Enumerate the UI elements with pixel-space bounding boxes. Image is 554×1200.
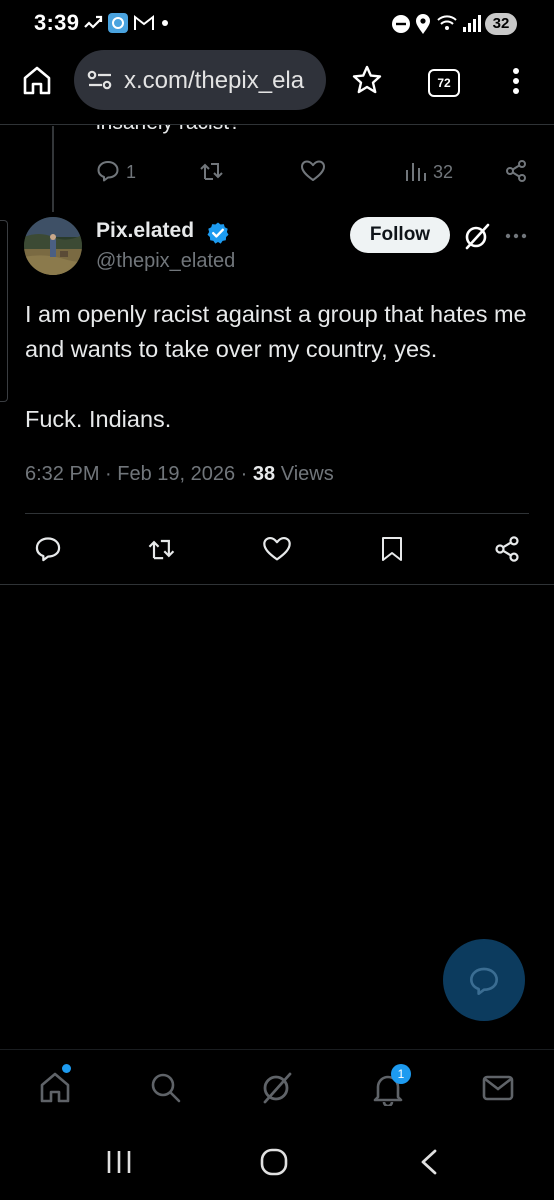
tweet-meta: 6:32 PM · Feb 19, 2026 · 38 Views <box>25 463 334 486</box>
views-icon[interactable] <box>404 160 428 182</box>
avatar[interactable] <box>24 217 82 275</box>
prev-reply-count: 1 <box>126 162 137 182</box>
user-handle[interactable]: @thepix_elated <box>96 250 235 273</box>
location-icon <box>415 13 431 35</box>
like-icon[interactable] <box>300 159 326 183</box>
nav-messages-icon[interactable] <box>482 1074 514 1102</box>
nav-search-icon[interactable] <box>150 1072 182 1104</box>
back-icon[interactable] <box>418 1148 440 1176</box>
do-not-disturb-icon <box>391 14 411 34</box>
follow-button[interactable]: Follow <box>350 217 450 253</box>
display-name[interactable]: Pix.elated <box>96 219 194 243</box>
battery-indicator: 32 <box>485 13 517 35</box>
share-icon[interactable] <box>504 159 528 183</box>
like-icon[interactable] <box>262 535 292 563</box>
wifi-icon <box>436 13 458 33</box>
nav-home-icon[interactable] <box>38 1070 72 1104</box>
gmail-icon <box>133 13 155 33</box>
reply-icon <box>468 965 500 997</box>
recent-apps-icon[interactable] <box>105 1149 133 1175</box>
more-vertical-icon[interactable] <box>508 66 524 96</box>
reply-icon[interactable] <box>34 535 62 563</box>
android-home-icon[interactable] <box>260 1148 288 1176</box>
nav-grok-icon[interactable] <box>260 1070 294 1104</box>
grok-icon[interactable] <box>463 222 491 250</box>
prev-views-count: 32 <box>433 162 454 182</box>
retweet-icon[interactable] <box>198 159 226 183</box>
prev-tweet-text-area: insanely racist? <box>0 125 554 155</box>
site-settings-icon[interactable] <box>86 68 114 92</box>
status-time: 3:39 <box>34 10 80 35</box>
tweet-text: I am openly racist against a group that … <box>25 301 527 432</box>
bottom-nav-divider <box>0 1049 554 1050</box>
notification-badge: 1 <box>391 1064 411 1084</box>
tabs-icon[interactable]: 72 <box>428 69 460 97</box>
home-icon[interactable] <box>22 64 52 96</box>
meta-divider <box>25 513 529 514</box>
tweet-timestamp[interactable]: 6:32 PM · Feb 19, 2026 · <box>25 463 253 485</box>
views-count: 38 <box>252 463 276 485</box>
signal-icon <box>462 12 482 34</box>
missed-call-icon <box>82 13 104 35</box>
bookmark-star-icon[interactable] <box>351 64 383 96</box>
reply-icon[interactable] <box>96 159 120 183</box>
share-icon[interactable] <box>493 535 521 563</box>
bookmark-icon[interactable] <box>380 535 404 563</box>
tweet-bottom-divider <box>0 584 554 585</box>
compose-reply-fab[interactable] <box>443 939 525 1021</box>
more-horizontal-icon[interactable] <box>504 232 528 240</box>
app-notification-icon <box>108 13 128 33</box>
prev-tweet-text: insanely racist? <box>96 125 241 135</box>
edge-panel-handle[interactable] <box>0 220 8 402</box>
dot-icon <box>162 20 168 26</box>
retweet-icon[interactable] <box>146 535 178 563</box>
views-label: Views <box>275 463 334 485</box>
verified-badge-icon <box>206 221 230 245</box>
url-bar[interactable]: x.com/thepix_ela <box>74 50 326 110</box>
url-text[interactable]: x.com/thepix_ela <box>124 67 304 95</box>
home-unread-dot <box>62 1064 71 1073</box>
